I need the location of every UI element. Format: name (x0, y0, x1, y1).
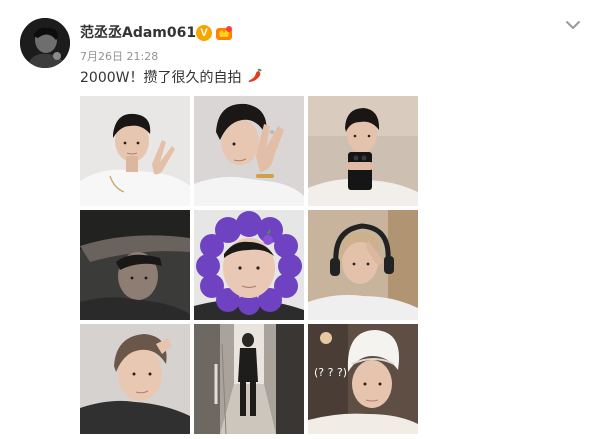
photo-4[interactable] (80, 210, 190, 320)
weibo-post: 范丞丞Adam0616 V 7月26日 21:28 2000W！攒了很久的自拍 (0, 0, 600, 439)
photo-6[interactable] (308, 210, 418, 320)
photo-2[interactable] (194, 96, 304, 206)
post-timestamp[interactable]: 7月26日 21:28 (80, 50, 158, 64)
author-badges: V (196, 24, 233, 42)
verified-badge-icon: V (196, 25, 212, 41)
photo-8[interactable] (194, 324, 304, 434)
post-time: 21:28 (126, 50, 159, 63)
photo-1[interactable] (80, 96, 190, 206)
post-date: 7月26日 (80, 50, 123, 63)
photo-5[interactable] (194, 210, 304, 320)
author-avatar[interactable] (20, 18, 70, 68)
photo-7[interactable] (80, 324, 190, 434)
post-text: 2000W！攒了很久的自拍 (80, 68, 263, 88)
chevron-down-icon[interactable] (564, 16, 582, 34)
photo-3[interactable] (308, 96, 418, 206)
photo-9[interactable]: (? ? ?) (308, 324, 418, 434)
photo-9-caption: (? ? ?) (314, 366, 348, 379)
post-text-body: 2000W！攒了很久的自拍 (80, 70, 242, 86)
chili-pepper-emoji-icon (248, 68, 262, 82)
member-level-icon[interactable] (215, 25, 233, 41)
author-name[interactable]: 范丞丞Adam0616 (80, 24, 206, 42)
photo-grid: (? ? ?) (80, 96, 418, 434)
